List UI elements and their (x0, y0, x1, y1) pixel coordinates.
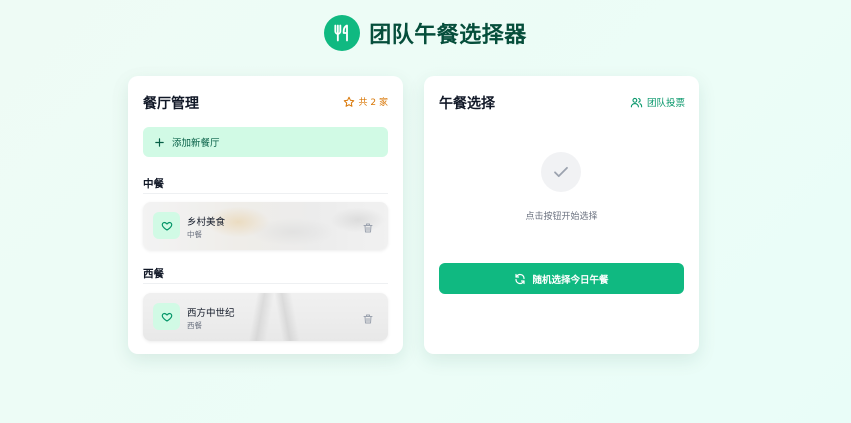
team-vote-label: 团队投票 (646, 98, 685, 109)
star-icon (343, 96, 354, 107)
favorite-button[interactable] (153, 303, 180, 330)
random-select-button[interactable]: 随机选择今日午餐 (439, 263, 684, 294)
add-restaurant-button[interactable]: 添加新餐厅 (143, 127, 388, 157)
refresh-icon (515, 273, 526, 284)
restaurant-management-card: 餐厅管理 共 2 家 添加新餐厅 中餐 乡村美食 中餐 西餐 西方中世纪 西餐 (128, 76, 403, 354)
app-title: 团队午餐选择器 (369, 23, 527, 48)
category-divider (143, 193, 388, 194)
heart-icon (161, 312, 172, 322)
heart-icon (161, 221, 172, 231)
lunch-selection-card: 午餐选择 团队投票 点击按钮开始选择 随机选择今日午餐 (424, 76, 699, 354)
restaurant-category: 西餐 (187, 321, 202, 330)
trash-icon (363, 314, 373, 324)
selection-hint: 点击按钮开始选择 (525, 212, 598, 222)
favorite-button[interactable] (153, 212, 180, 239)
restaurant-name: 乡村美食 (187, 217, 226, 228)
add-restaurant-label: 添加新餐厅 (172, 138, 220, 149)
category-heading: 中餐 (143, 178, 164, 190)
team-vote-button[interactable]: 团队投票 (630, 95, 685, 109)
restaurant-item[interactable]: 乡村美食 中餐 (143, 202, 388, 250)
plus-icon (155, 137, 164, 147)
restaurant-count-label: 共 2 家 (358, 98, 388, 108)
users-icon (630, 97, 643, 107)
category-divider (143, 283, 388, 284)
restaurant-count: 共 2 家 (343, 95, 388, 108)
app-header: 团队午餐选择器 (0, 15, 851, 51)
delete-button[interactable] (362, 219, 374, 238)
fork-knife-icon (324, 15, 361, 51)
restaurant-category: 中餐 (187, 230, 202, 239)
restaurant-name: 西方中世纪 (187, 308, 235, 319)
management-title: 餐厅管理 (143, 96, 199, 112)
delete-button[interactable] (362, 310, 374, 329)
restaurant-item[interactable]: 西方中世纪 西餐 (143, 293, 388, 341)
trash-icon (363, 223, 373, 233)
check-icon (541, 152, 581, 192)
selection-title: 午餐选择 (439, 96, 495, 112)
random-select-label: 随机选择今日午餐 (532, 274, 609, 286)
category-heading: 西餐 (143, 268, 164, 280)
